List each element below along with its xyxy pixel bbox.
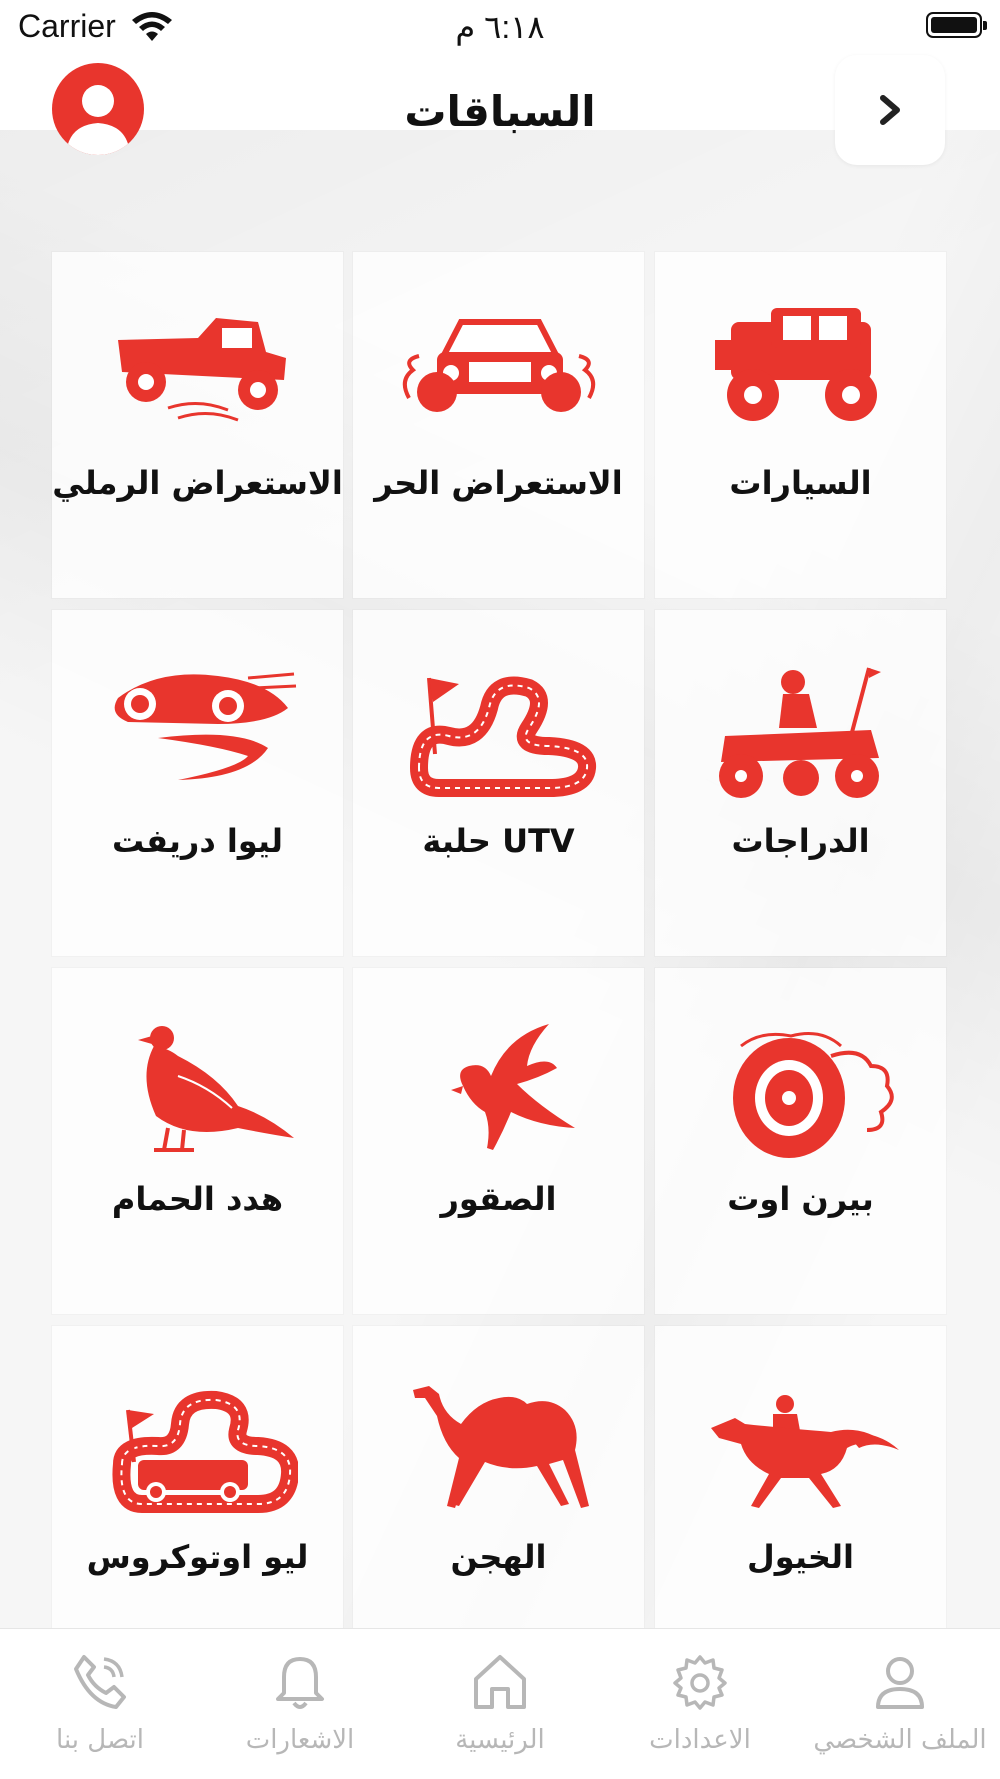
tab-contact[interactable]: اتصل بنا [0,1629,200,1779]
autocross-track-icon [111,1390,298,1513]
category-tile-liwa-autocross[interactable]: ليو اوتوكروس [52,1326,343,1672]
category-label: ليوا دريفت [111,822,283,860]
category-label: بيرن اوت [727,1180,874,1218]
battery-icon [926,12,987,38]
tab-settings[interactable]: الاعدادات [600,1629,800,1779]
tab-profile[interactable]: الملف الشخصي [800,1629,1000,1779]
profile-icon [876,1657,924,1709]
status-bar: Carrier ٦:١٨ م [0,0,1000,60]
pigeon-icon [137,1026,294,1152]
category-tile-pigeons[interactable]: هدد الحمام [52,968,343,1314]
home-icon [474,1655,526,1709]
category-tile-horses[interactable]: الخيول [655,1326,946,1672]
tab-label: الاعدادات [649,1725,751,1755]
category-label: الاستعراض الحر [374,464,623,502]
pickup-sand-icon [117,318,286,422]
category-label: الخيول [747,1538,854,1576]
categories-grid: السيارات الاستعراض الحر الاستعراض الرملي [52,252,946,1672]
category-label: الاستعراض الرملي [52,464,343,502]
tab-label: اتصل بنا [56,1725,144,1755]
category-label: حلبة UTV [422,822,575,860]
category-tile-liwa-drift[interactable]: ليوا دريفت [52,610,343,956]
car-burnout-icon [402,319,595,412]
tab-notifications[interactable]: الاشعارات [200,1629,400,1779]
tab-bar: الملف الشخصي الاعدادات الرئيسية الاشعارا… [0,1628,1000,1779]
category-tile-burnout[interactable]: بيرن اوت [655,968,946,1314]
category-tile-freestyle[interactable]: الاستعراض الحر [353,252,644,598]
category-tile-bikes[interactable]: الدراجات [655,610,946,956]
phone-icon [74,1655,126,1709]
drift-car-icon [114,672,296,780]
category-tile-sand-show[interactable]: الاستعراض الرملي [52,252,343,598]
offroad-truck-icon [714,308,877,421]
tab-label: الاشعارات [245,1725,355,1755]
category-label: السيارات [729,464,872,502]
falcon-icon [450,1024,575,1150]
category-label: هدد الحمام [111,1180,284,1218]
category-tile-falcons[interactable]: الصقور [353,968,644,1314]
tab-label: الرئيسية [455,1725,545,1755]
status-time: ٦:١٨ م [455,9,545,45]
tab-label: الملف الشخصي [813,1725,987,1755]
category-tile-cars[interactable]: السيارات [655,252,946,598]
category-label: الدراجات [731,822,870,860]
header: السباقات [0,55,1000,165]
bell-icon [276,1657,324,1709]
forward-button[interactable] [835,55,945,165]
category-label: ليو اوتوكروس [86,1538,309,1576]
gear-icon [673,1655,727,1710]
racehorse-jockey-icon [710,1395,899,1508]
category-tile-utv-track[interactable]: حلبة UTV [353,610,644,956]
race-track-flag-icon [409,676,596,797]
category-tile-camels[interactable]: الهجن [353,1326,644,1672]
camel-icon [412,1386,589,1508]
category-label: الهجن [450,1538,547,1576]
burnout-tire-icon [732,1032,894,1158]
atv-rider-icon [718,667,881,798]
category-label: الصقور [440,1180,557,1218]
chevron-right-icon [880,95,900,125]
tab-home[interactable]: الرئيسية [400,1629,600,1779]
